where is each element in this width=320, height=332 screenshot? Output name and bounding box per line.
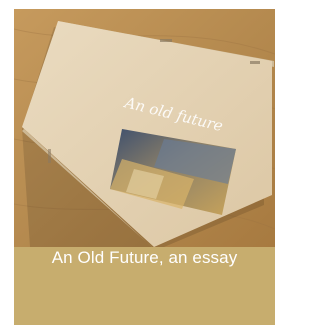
product-card[interactable]: An old future An Old Future, an essay	[14, 9, 275, 325]
product-title[interactable]: An Old Future, an essay	[14, 248, 275, 268]
cover-mark-right	[250, 61, 260, 64]
cover-mark-left	[48, 149, 51, 163]
cover-mark-top	[160, 39, 172, 42]
book-photo: An old future	[14, 9, 275, 247]
